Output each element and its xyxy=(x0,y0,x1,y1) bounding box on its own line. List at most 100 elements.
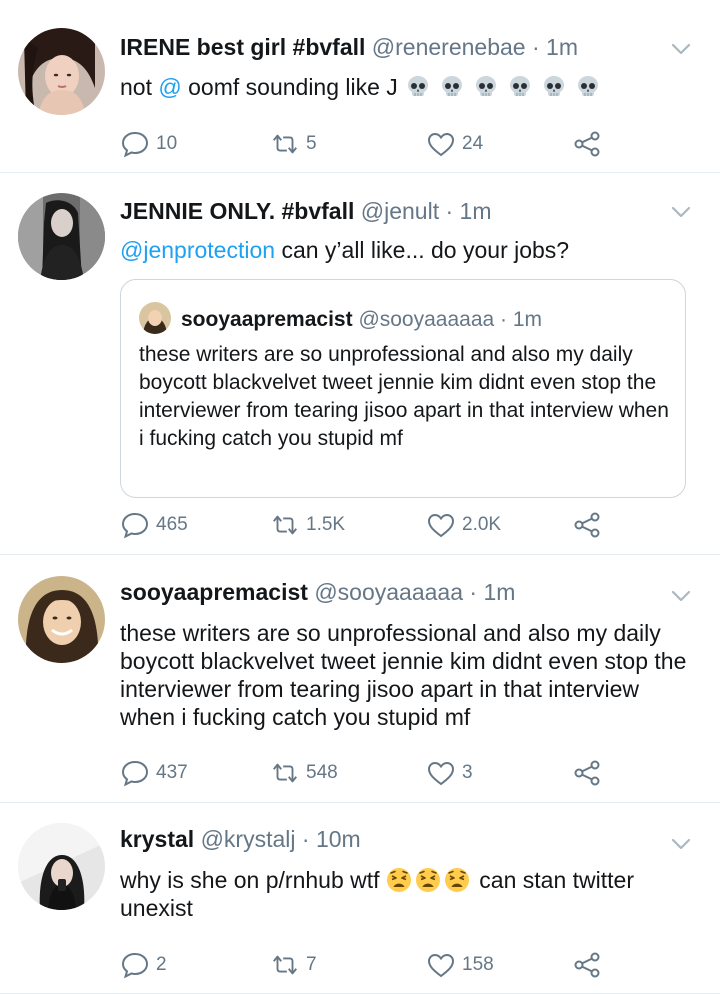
quoted-tweet-text: these writers are so unprofessional and … xyxy=(139,343,669,450)
like-button[interactable]: 158 xyxy=(426,949,494,981)
retweet-count: 548 xyxy=(306,762,338,783)
share-icon xyxy=(572,759,602,787)
caret-down-icon[interactable] xyxy=(670,201,692,223)
meta-separator: · xyxy=(494,308,513,331)
tweet-text: @jenprotection can y’all like... do your… xyxy=(120,236,700,264)
share-button[interactable] xyxy=(572,128,608,160)
avatar[interactable] xyxy=(18,576,105,663)
timestamp[interactable]: 10m xyxy=(316,826,361,852)
like-button[interactable]: 3 xyxy=(426,757,473,789)
retweet-button[interactable]: 7 xyxy=(270,949,317,981)
tweet-text-part: why is she on p/rnhub wtf xyxy=(120,867,386,893)
reply-button[interactable]: 2 xyxy=(120,949,167,981)
reply-count: 10 xyxy=(156,133,178,154)
reply-count: 2 xyxy=(156,954,167,975)
skull-icon xyxy=(506,75,534,99)
weary-face-icon xyxy=(444,867,470,893)
retweet-icon xyxy=(270,951,300,979)
reply-icon xyxy=(120,759,150,787)
user-handle[interactable]: @krystalj xyxy=(201,826,296,852)
tweet[interactable]: JENNIE ONLY. #bvfall @jenult · 1m @jenpr… xyxy=(0,173,720,555)
timestamp[interactable]: 1m xyxy=(546,34,578,60)
like-count: 2.0K xyxy=(462,514,502,535)
meta-separator: · xyxy=(439,198,460,224)
reply-icon xyxy=(120,951,150,979)
skull-icon xyxy=(438,75,466,99)
timestamp[interactable]: 1m xyxy=(483,579,515,605)
tweet-text-part: can y’all like... do your jobs? xyxy=(275,237,570,263)
quoted-tweet[interactable]: sooyaapremacist @sooyaaaaaa · 1m these w… xyxy=(120,279,686,498)
share-icon xyxy=(572,511,602,539)
retweet-icon xyxy=(270,511,300,539)
reply-icon xyxy=(120,511,150,539)
retweet-count: 7 xyxy=(306,954,317,975)
tweet-text-part: oomf sounding like J xyxy=(181,74,405,100)
share-icon xyxy=(572,130,602,158)
share-icon xyxy=(572,951,602,979)
display-name[interactable]: IRENE best girl #bvfall xyxy=(120,34,365,60)
like-icon xyxy=(426,759,456,787)
share-button[interactable] xyxy=(572,509,608,541)
avatar[interactable] xyxy=(18,193,105,280)
reply-icon xyxy=(120,130,150,158)
tweet[interactable]: krystal @krystalj · 10m why is she on p/… xyxy=(0,803,720,994)
retweet-icon xyxy=(270,130,300,158)
reply-button[interactable]: 10 xyxy=(120,128,177,160)
user-handle[interactable]: @jenult xyxy=(361,198,439,224)
skull-icon xyxy=(574,75,602,99)
caret-down-icon[interactable] xyxy=(670,585,692,607)
like-icon xyxy=(426,130,456,158)
skull-icon xyxy=(472,75,500,99)
meta-separator: · xyxy=(525,34,547,60)
user-handle: @sooyaaaaaa xyxy=(358,308,495,331)
reply-count: 437 xyxy=(156,762,188,783)
timestamp[interactable]: 1m xyxy=(460,198,492,224)
reply-count: 465 xyxy=(156,514,188,535)
tweet-header: IRENE best girl #bvfall @renerenebae · 1… xyxy=(120,32,578,62)
retweet-button[interactable]: 548 xyxy=(270,757,338,789)
share-button[interactable] xyxy=(572,757,608,789)
tweet[interactable]: IRENE best girl #bvfall @renerenebae · 1… xyxy=(0,0,720,173)
tweet-actions: 2 7 158 xyxy=(120,949,700,981)
user-handle[interactable]: @renerenebae xyxy=(372,34,526,60)
timestamp: 1m xyxy=(512,308,543,331)
quoted-tweet-header: sooyaapremacist @sooyaaaaaa · 1m xyxy=(139,302,542,334)
meta-separator: · xyxy=(463,579,484,605)
tweet-actions: 465 1.5K 2.0K xyxy=(120,509,700,541)
mention-link[interactable]: @ xyxy=(158,74,181,100)
tweet[interactable]: sooyaapremacist @sooyaaaaaa · 1m these w… xyxy=(0,555,720,803)
retweet-button[interactable]: 5 xyxy=(270,128,317,160)
caret-down-icon[interactable] xyxy=(670,833,692,855)
display-name[interactable]: krystal xyxy=(120,826,194,852)
tweet-header: JENNIE ONLY. #bvfall @jenult · 1m xyxy=(120,196,492,226)
avatar xyxy=(139,302,171,334)
like-button[interactable]: 24 xyxy=(426,128,483,160)
weary-face-icon xyxy=(415,867,441,893)
retweet-count: 5 xyxy=(306,133,317,154)
meta-separator: · xyxy=(295,826,316,852)
tweet-header: sooyaapremacist @sooyaaaaaa · 1m xyxy=(120,577,515,607)
tweet-text: these writers are so unprofessional and … xyxy=(120,620,687,730)
display-name[interactable]: sooyaapremacist xyxy=(120,579,308,605)
reply-button[interactable]: 437 xyxy=(120,757,188,789)
tweet-header: krystal @krystalj · 10m xyxy=(120,824,361,854)
tweet-actions: 10 5 24 xyxy=(120,128,700,160)
avatar[interactable] xyxy=(18,823,105,910)
caret-down-icon[interactable] xyxy=(670,38,692,60)
mention-link[interactable]: @jenprotection xyxy=(120,237,275,263)
reply-button[interactable]: 465 xyxy=(120,509,188,541)
like-count: 158 xyxy=(462,954,494,975)
retweet-icon xyxy=(270,759,300,787)
skull-icon xyxy=(404,75,432,99)
retweet-button[interactable]: 1.5K xyxy=(270,509,345,541)
user-handle[interactable]: @sooyaaaaaa xyxy=(314,579,463,605)
share-button[interactable] xyxy=(572,949,608,981)
like-button[interactable]: 2.0K xyxy=(426,509,501,541)
like-icon xyxy=(426,951,456,979)
avatar[interactable] xyxy=(18,28,105,115)
like-icon xyxy=(426,511,456,539)
tweet-text: why is she on p/rnhub wtf can stan twitt… xyxy=(120,866,700,922)
display-name: sooyaapremacist xyxy=(181,308,353,331)
tweet-actions: 437 548 3 xyxy=(120,757,700,789)
display-name[interactable]: JENNIE ONLY. #bvfall xyxy=(120,198,354,224)
